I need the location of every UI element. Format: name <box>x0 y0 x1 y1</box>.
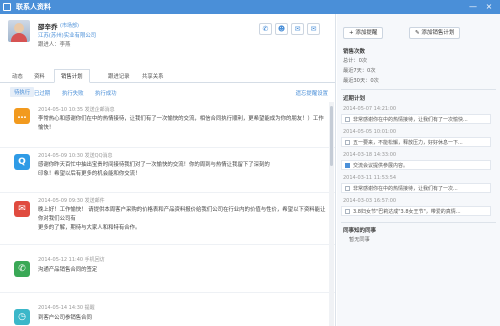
item-text: 李常热心和感谢你们在中的热情接待，让我们有了一次愉快的交流，相信合同执行顺利，更… <box>38 116 324 131</box>
call-button[interactable]: ✆ <box>259 23 272 35</box>
clock-icon: ◷ <box>14 309 30 325</box>
detail-tabs: 动态 资料 销售计划 跟进记录 共享关系 <box>0 69 335 83</box>
send-message-button[interactable]: ✉ <box>291 23 304 35</box>
item-meta: 2014-05-14 14:30 提醒 <box>38 305 95 311</box>
plan-date: 2014-03-18 14:33:00 <box>343 152 397 158</box>
sales-count-title: 销售次数 <box>343 49 366 55</box>
sales-7days: 最近7天：0次 <box>343 68 376 74</box>
sidebar: + 添加提醒 ✎ 添加销售计划 销售次数 总计：0次 最近7天：0次 最近30天… <box>337 14 500 326</box>
tab-sharing[interactable]: 共享关系 <box>142 72 164 80</box>
item-text: 到客户公司参销售合同 <box>38 315 92 321</box>
plan-item[interactable]: 非常感谢你在中的热情接待，让我们有了一次... <box>341 183 491 193</box>
list-item[interactable]: ✆ 2014-05-12 11:40 手机回访 沟通产品销售合同的签定 <box>0 245 335 293</box>
mail-icon: ✉ <box>14 201 30 217</box>
plan-date: 2014-03-11 11:53:54 <box>343 175 397 181</box>
plan-item[interactable]: 非常感谢你在中的热情接待，让我们有了一次愉快... <box>341 114 491 124</box>
item-meta: 2014-05-09 10:30 发送QQ消息 <box>38 153 113 159</box>
list-item[interactable]: ✉ 2014-05-09 09:30 发送邮件 晚上好！工作愉快！ 请提供本周客… <box>0 193 335 245</box>
list-item[interactable]: ◷ 2014-05-14 14:30 提醒 到客户公司参销售合同 <box>0 293 335 326</box>
app-icon <box>3 3 11 11</box>
sales-30days: 最近30天：0次 <box>343 78 379 84</box>
plan-checkbox[interactable] <box>345 209 350 214</box>
add-reminder-button[interactable]: + 添加提醒 <box>343 27 384 39</box>
add-sales-plan-button[interactable]: ✎ 添加销售计划 <box>409 27 461 39</box>
reminder-settings-link[interactable]: 遗忘提醒设置 <box>296 89 328 97</box>
list-item[interactable]: … 2014-05-10 10:35 发送企邮消息 李常热心和感谢你们在中的热情… <box>0 102 335 148</box>
item-meta: 2014-05-10 10:35 发送企邮消息 <box>38 107 115 113</box>
contact-department: (市场部) <box>60 23 79 29</box>
message-icon: ✉ <box>294 25 301 33</box>
plan-status-tabs: 待执行 已过期 执行失败 执行成功 遗忘提醒设置 <box>0 86 335 98</box>
item-meta: 2014-05-12 11:40 手机回访 <box>38 257 105 263</box>
send-mail-button[interactable]: ✉ <box>307 23 320 35</box>
subtab-succeeded[interactable]: 执行成功 <box>95 89 117 97</box>
list-item[interactable]: Q 2014-05-09 10:30 发送QQ消息 感谢你昨天百忙中抽出宝贵时间… <box>0 148 335 193</box>
tab-activity[interactable]: 动态 <box>12 72 23 80</box>
subtab-expired[interactable]: 已过期 <box>34 89 50 97</box>
window-title: 联系人资料 <box>16 3 51 11</box>
feed-scroll-thumb[interactable] <box>330 106 333 166</box>
colleagues-title: 同事知的同事 <box>343 228 377 234</box>
tab-sales-plan[interactable]: 销售计划 <box>54 69 90 83</box>
item-meta: 2014-05-09 09:30 发送邮件 <box>38 198 105 204</box>
chat-icon: … <box>14 108 30 124</box>
recent-plans-title: 近期计划 <box>343 96 366 102</box>
minimize-button[interactable]: — <box>468 2 478 12</box>
item-text: 晚上好！工作愉快！ 请提供本周客户采购的价格表和产品资料报价给我们公司在行业内的… <box>38 207 326 231</box>
sales-total: 总计：0次 <box>343 58 368 64</box>
plan-item[interactable]: 交流会议提供参展内容。 <box>341 160 491 170</box>
phone-icon: ✆ <box>262 25 269 33</box>
plan-item[interactable]: 3.8妇女节"巴莉达成"3.8女王节"，带爱的真情... <box>341 206 491 216</box>
item-text: 沟通产品销售合同的签定 <box>38 267 98 273</box>
phone-icon: ✆ <box>14 261 30 277</box>
colleagues-empty: 暂无同事 <box>349 237 370 243</box>
window-titlebar: 联系人资料 — × <box>0 0 500 14</box>
plan-checkbox[interactable] <box>345 163 350 168</box>
contact-card-button[interactable]: ☻ <box>275 23 288 35</box>
item-text: 感谢你昨天百忙中抽出宝贵时间接待我们对了一次愉快的交流！你的周到与热情让我留下了… <box>38 162 270 177</box>
subtab-failed[interactable]: 执行失败 <box>62 89 84 97</box>
contact-main-panel: 邵辛乔 (市场部) 江苏(苏州)实业有限公司 跟进人：李燕 ✆ ☻ ✉ ✉ 动态… <box>0 14 336 326</box>
plan-checkbox[interactable] <box>345 140 350 145</box>
close-button[interactable]: × <box>484 2 494 12</box>
subtab-pending[interactable]: 待执行 <box>10 87 35 97</box>
plan-date: 2014-05-05 10:01:00 <box>343 129 397 135</box>
qq-icon: Q <box>14 154 30 170</box>
avatar <box>8 20 30 42</box>
plan-checkbox[interactable] <box>345 117 350 122</box>
contact-name: 邵辛乔 <box>38 23 58 31</box>
tab-profile[interactable]: 资料 <box>34 72 45 80</box>
divider <box>341 89 496 90</box>
mail-icon: ✉ <box>310 25 317 33</box>
plan-date: 2014-05-07 14:21:00 <box>343 106 397 112</box>
contact-followup-person: 跟进人：李燕 <box>38 42 71 48</box>
plan-date: 2014-03-03 16:57:00 <box>343 198 397 204</box>
person-icon: ☻ <box>277 25 286 33</box>
tab-follow-records[interactable]: 跟进记录 <box>108 72 130 80</box>
plan-checkbox[interactable] <box>345 186 350 191</box>
divider <box>341 222 496 223</box>
plan-item[interactable]: 五一要来，不能松懈，释放压力，好好休息一下... <box>341 137 491 147</box>
contact-company[interactable]: 江苏(苏州)实业有限公司 <box>38 31 96 39</box>
